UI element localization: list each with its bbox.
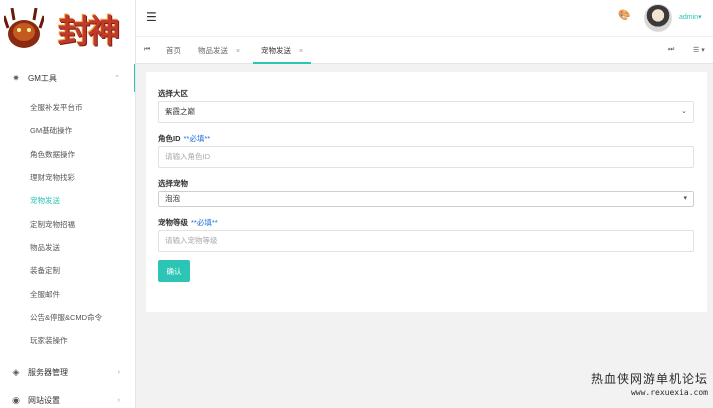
sidebar-item-pet-finance[interactable]: 理财宠物找彩 — [30, 171, 75, 185]
pet-select[interactable]: 泡泡 ▾ — [158, 191, 694, 207]
pet-level-label: 宠物等级 **必填** — [158, 217, 218, 228]
sidebar-item-notice-cmd[interactable]: 公告&停服&CMD命令 — [30, 311, 102, 325]
tab-home[interactable]: 首页 — [166, 37, 181, 64]
watermark: 热血侠网游单机论坛 www.rexuexia.com — [588, 370, 708, 397]
role-id-label-text: 角色ID — [158, 134, 181, 143]
gem-icon: ◈ — [12, 366, 20, 377]
server-label: 选择大区 — [158, 89, 188, 98]
tab-item-send[interactable]: 物品发送 × — [198, 37, 240, 64]
palette-icon[interactable]: 🎨 — [618, 10, 630, 21]
pet-level-label-text: 宠物等级 — [158, 218, 188, 227]
tab-label: 首页 — [166, 46, 181, 55]
pet-select-value: 泡泡 — [165, 194, 180, 203]
sidebar-group-label: GM工具 — [28, 73, 57, 83]
sidebar-group-label: 网站设置 — [28, 395, 60, 405]
pet-level-input[interactable]: 请输入宠物等级 — [158, 230, 694, 252]
logo-text: 封神 — [58, 12, 120, 50]
sidebar-item-custom-pet[interactable]: 定制宠物招福 — [30, 218, 75, 232]
role-id-input[interactable]: 请输入角色ID — [158, 146, 694, 168]
sidebar-group-gm-tools[interactable]: ✷ GM工具 ⌃ — [0, 64, 135, 92]
hamburger-icon[interactable]: ☰ — [146, 10, 157, 24]
sidebar-item-platform-currency[interactable]: 全服补发平台币 — [30, 101, 83, 115]
chevron-right-icon: › — [117, 368, 120, 376]
sidebar-group-server-manage[interactable]: ◈ 服务器管理 › — [0, 358, 135, 386]
pet-level-placeholder: 请输入宠物等级 — [165, 236, 218, 245]
sidebar-item-pet-send[interactable]: 宠物发送 — [30, 194, 60, 208]
watermark-text: 热血侠网游单机论坛 — [590, 372, 708, 386]
sidebar-item-role-data[interactable]: 角色数据操作 — [30, 148, 75, 162]
server-select-value: 紫霞之巅 — [165, 107, 195, 116]
pet-label: 选择宠物 — [158, 179, 188, 188]
chevron-up-icon: ⌃ — [114, 75, 120, 82]
sidebar-item-server-mail[interactable]: 全服邮件 — [30, 288, 60, 302]
logo[interactable]: 封神 — [0, 0, 135, 64]
role-id-label: 角色ID **必填** — [158, 133, 210, 144]
sidebar-group-label: 服务器管理 — [28, 367, 68, 377]
tab-pet-send[interactable]: 宠物发送 × — [253, 37, 312, 64]
tab-bar: ⏮ 首页 物品发送 × 宠物发送 × ⏭ ☰ ▾ — [136, 36, 713, 64]
tab-prev-button[interactable]: ⏮ — [144, 46, 150, 54]
server-select[interactable]: 紫霞之巅 ⌄ — [158, 101, 694, 123]
sidebar-item-player-ops[interactable]: 玩家装操作 — [30, 334, 68, 348]
sidebar: 封神 ✷ GM工具 ⌃ 全服补发平台币 GM基础操作 角色数据操作 理财宠物找彩… — [0, 0, 136, 408]
top-header: ☰ 🎨 admin▾ — [136, 0, 713, 36]
close-icon[interactable]: × — [236, 48, 240, 55]
sidebar-group-site-settings[interactable]: ◉ 网站设置 › — [0, 386, 135, 408]
required-note: **必填** — [183, 134, 211, 143]
watermark-url: www.rexuexia.com — [630, 388, 708, 397]
logo-creature-icon — [4, 8, 44, 48]
user-name: admin — [679, 14, 699, 21]
user-menu[interactable]: admin▾ — [679, 13, 702, 21]
avatar[interactable] — [644, 4, 672, 32]
form-panel: 选择大区 紫霞之巅 ⌄ 角色ID **必填** 请输入角色ID 选择宠物 泡泡 ▾… — [146, 72, 707, 312]
tab-menu-button[interactable]: ☰ ▾ — [693, 46, 705, 54]
caret-down-icon: ▾ — [698, 14, 702, 21]
caret-down-icon: ▾ — [683, 195, 687, 202]
globe-icon: ◉ — [12, 394, 20, 405]
sidebar-item-equip-custom[interactable]: 装备定制 — [30, 264, 60, 278]
chevron-right-icon: › — [117, 396, 120, 404]
tab-next-button[interactable]: ⏭ — [668, 46, 674, 54]
sidebar-item-item-send[interactable]: 物品发送 — [30, 241, 60, 255]
confirm-button[interactable]: 确认 — [158, 260, 190, 282]
chevron-down-icon: ⌄ — [681, 108, 687, 115]
required-note: **必填** — [191, 218, 218, 227]
role-id-placeholder: 请输入角色ID — [165, 152, 210, 161]
tab-label: 物品发送 — [198, 46, 228, 55]
tab-label: 宠物发送 — [261, 46, 291, 55]
spider-icon: ✷ — [12, 72, 20, 83]
close-icon[interactable]: × — [299, 48, 303, 55]
sidebar-item-gm-basic[interactable]: GM基础操作 — [30, 124, 72, 138]
